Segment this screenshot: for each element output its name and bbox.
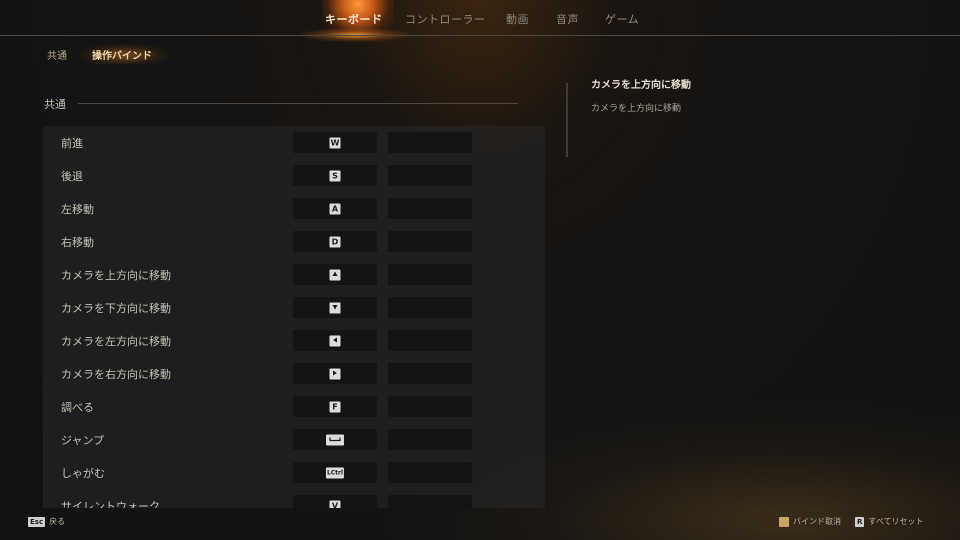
binding-row-left[interactable]: 左移動 A [43, 193, 545, 223]
book-icon [779, 517, 789, 527]
tab-controller[interactable]: コントローラー [405, 11, 486, 27]
binding-action-label: 右移動 [61, 236, 94, 249]
binding-row-camera-left[interactable]: カメラを左方向に移動 [43, 325, 545, 355]
spacebar-icon [326, 434, 344, 445]
primary-key-slot[interactable]: S [293, 165, 377, 186]
detail-scrollbar[interactable] [566, 83, 568, 157]
binding-row-camera-down[interactable]: カメラを下方向に移動 [43, 292, 545, 322]
binding-row-crouch[interactable]: しゃがむ LCtrl [43, 457, 545, 487]
reset-all-label: すべてリセット [868, 517, 924, 526]
binding-row-examine[interactable]: 調べる F [43, 391, 545, 421]
key-s-icon: S [329, 170, 341, 181]
arrow-right-icon [329, 368, 341, 379]
unbind-label: バインド取消 [793, 517, 841, 526]
arrow-up-icon [329, 269, 341, 280]
detail-title: カメラを上方向に移動 [591, 80, 691, 91]
binding-action-label: 後退 [61, 170, 83, 183]
primary-key-slot[interactable] [293, 330, 377, 351]
secondary-key-slot[interactable] [388, 264, 472, 285]
binding-action-label: カメラを上方向に移動 [61, 269, 171, 282]
secondary-key-slot[interactable] [388, 495, 472, 508]
primary-key-slot[interactable] [293, 363, 377, 384]
primary-key-slot[interactable]: V [293, 495, 377, 508]
binding-action-label: カメラを下方向に移動 [61, 302, 171, 315]
secondary-key-slot[interactable] [388, 462, 472, 483]
key-w-icon: W [329, 137, 341, 148]
secondary-key-slot[interactable] [388, 297, 472, 318]
esc-key-icon: Esc [28, 517, 46, 527]
subtab-common[interactable]: 共通 [47, 47, 67, 62]
binding-row-jump[interactable]: ジャンプ [43, 424, 545, 454]
key-f-icon: F [329, 401, 341, 412]
secondary-key-slot[interactable] [388, 165, 472, 186]
tab-audio[interactable]: 音声 [556, 11, 579, 27]
secondary-key-slot[interactable] [388, 231, 472, 252]
binding-action-label: 調べる [61, 401, 94, 414]
arrow-left-icon [329, 335, 341, 346]
tab-keyboard[interactable]: キーボード [325, 11, 383, 27]
primary-key-slot[interactable] [293, 429, 377, 450]
binding-list[interactable]: 前進 W 後退 S 左移動 A 右移動 D カメラを上方向に移動 カメラを下方向… [43, 126, 545, 508]
primary-key-slot[interactable]: W [293, 132, 377, 153]
secondary-key-slot[interactable] [388, 363, 472, 384]
key-a-icon: A [329, 203, 341, 214]
key-v-icon: V [329, 500, 341, 508]
binding-row-camera-right[interactable]: カメラを右方向に移動 [43, 358, 545, 388]
subtab-control-bind[interactable]: 操作バインド [92, 47, 152, 62]
binding-row-back[interactable]: 後退 S [43, 160, 545, 190]
top-nav-divider [0, 35, 960, 36]
r-key-icon: R [855, 517, 865, 527]
back-label: 戻る [49, 517, 66, 526]
binding-row-right[interactable]: 右移動 D [43, 226, 545, 256]
tab-video[interactable]: 動画 [506, 11, 529, 27]
primary-key-slot[interactable]: F [293, 396, 377, 417]
primary-key-slot[interactable]: D [293, 231, 377, 252]
primary-key-slot[interactable]: A [293, 198, 377, 219]
arrow-down-icon [329, 302, 341, 313]
secondary-key-slot[interactable] [388, 396, 472, 417]
secondary-key-slot[interactable] [388, 429, 472, 450]
binding-action-label: ジャンプ [61, 434, 105, 447]
primary-key-slot[interactable] [293, 297, 377, 318]
binding-row-camera-up[interactable]: カメラを上方向に移動 [43, 259, 545, 289]
section-divider [78, 103, 518, 104]
binding-action-label: しゃがむ [61, 467, 105, 480]
tab-game[interactable]: ゲーム [605, 11, 639, 27]
back-hint[interactable]: Esc 戻る [28, 516, 65, 527]
detail-description: カメラを上方向に移動 [591, 104, 682, 114]
binding-row-forward[interactable]: 前進 W [43, 127, 545, 157]
binding-row-silent-walk[interactable]: サイレントウォーク V [43, 490, 545, 508]
secondary-key-slot[interactable] [388, 330, 472, 351]
reset-all-hint[interactable]: R すべてリセット [855, 516, 924, 527]
secondary-key-slot[interactable] [388, 132, 472, 153]
binding-action-label: 左移動 [61, 203, 94, 216]
section-title: 共通 [44, 98, 66, 111]
primary-key-slot[interactable] [293, 264, 377, 285]
key-d-icon: D [329, 236, 341, 247]
binding-action-label: 前進 [61, 137, 83, 150]
binding-action-label: サイレントウォーク [61, 500, 160, 508]
key-lctrl-icon: LCtrl [325, 467, 345, 478]
unbind-hint[interactable]: バインド取消 [779, 516, 841, 527]
binding-action-label: カメラを左方向に移動 [61, 335, 171, 348]
binding-action-label: カメラを右方向に移動 [61, 368, 171, 381]
secondary-key-slot[interactable] [388, 198, 472, 219]
primary-key-slot[interactable]: LCtrl [293, 462, 377, 483]
